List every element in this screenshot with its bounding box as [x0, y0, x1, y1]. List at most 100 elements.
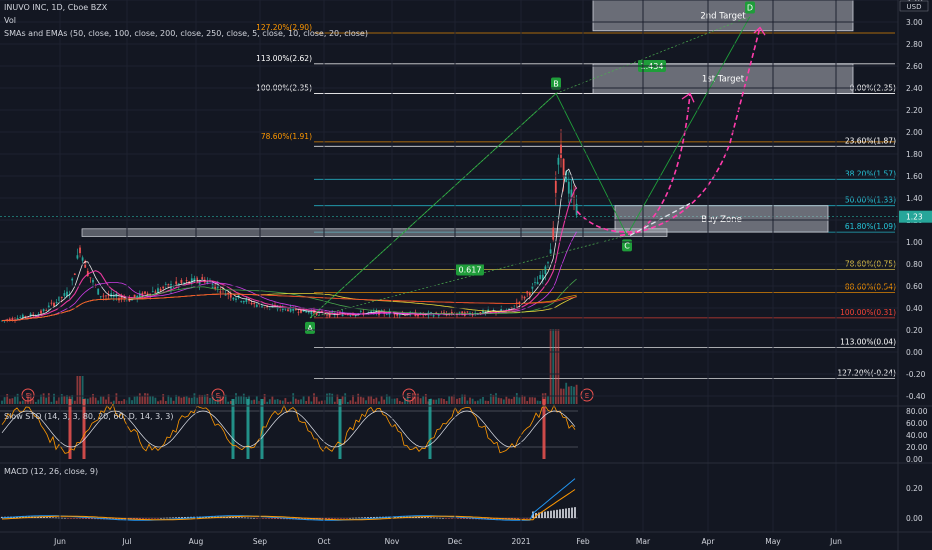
candle-body	[214, 284, 217, 289]
candle-body	[105, 295, 107, 297]
volume-bar	[575, 384, 578, 404]
volume-bar	[159, 400, 162, 404]
volume-bar	[79, 376, 81, 404]
volume-bar	[466, 400, 469, 404]
volume-bar	[557, 329, 560, 404]
candle-body	[19, 317, 22, 318]
fib-label-right: 100.00%(0.31)	[840, 308, 896, 317]
volume-bar	[489, 393, 492, 404]
macd-histogram-bar	[445, 518, 447, 519]
macd-histogram-bar	[262, 518, 264, 519]
macd-histogram-bar	[448, 518, 450, 519]
volume-bar	[500, 398, 503, 404]
candle-body	[359, 311, 362, 312]
symbol-title: INUVO INC, 1D, Cboe BZX	[4, 3, 108, 12]
chart-canvas[interactable]: 127.20%(2.90)113.00%(2.62)100.00%(2.35)7…	[0, 0, 932, 550]
volume-bar	[328, 393, 331, 404]
volume-bar	[346, 401, 349, 404]
candle-body	[79, 247, 81, 254]
volume-bar	[19, 401, 22, 404]
volume-bar	[549, 329, 552, 404]
volume-bar	[154, 397, 157, 404]
volume-legend: Vol	[4, 16, 16, 25]
fib-label-left: 113.00%(2.62)	[256, 54, 312, 63]
volume-bar	[534, 397, 536, 404]
volume-bar	[144, 393, 146, 404]
macd-histogram-bar	[85, 518, 87, 519]
time-tick-label: Feb	[576, 537, 590, 546]
candle-body	[297, 311, 300, 313]
candle-body	[144, 291, 146, 294]
macd-histogram-bar	[250, 517, 252, 519]
macd-histogram-bar	[565, 508, 567, 518]
volume-bar	[237, 396, 240, 404]
macd-histogram-bar	[79, 518, 81, 519]
macd-histogram-bar	[541, 512, 543, 518]
candle-body	[539, 275, 542, 280]
macd-histogram-bar	[52, 517, 54, 518]
volume-bar	[183, 396, 185, 404]
time-tick-label: 2021	[511, 537, 530, 546]
pivot-label: D	[747, 4, 753, 13]
volume-bar	[284, 398, 287, 404]
fib-label-right: 50.00%(1.33)	[845, 196, 896, 205]
fib-label-right: 88.60%(0.54)	[845, 283, 896, 292]
candle-body	[567, 181, 570, 194]
volume-bar	[193, 393, 196, 404]
candle-body	[466, 311, 469, 313]
volume-bar	[318, 401, 321, 404]
fib-label-right: 23.60%(1.87)	[845, 136, 896, 145]
volume-bar	[136, 395, 139, 404]
candle-body	[432, 315, 435, 317]
candle-body	[162, 286, 165, 289]
volume-bar	[292, 393, 295, 404]
volume-bar	[505, 396, 508, 404]
macd-histogram-bar	[64, 517, 66, 519]
macd-histogram-bar	[139, 518, 141, 519]
macd-histogram-bar	[70, 518, 72, 519]
volume-bar	[115, 393, 118, 404]
candle-body	[201, 277, 204, 279]
macd-tick-label: 0.00	[906, 514, 923, 523]
macd-histogram-bar	[145, 518, 147, 519]
volume-bar	[300, 399, 302, 404]
price-tick-label: 2.00	[906, 128, 923, 137]
candle-body	[40, 310, 42, 314]
volume-bar	[118, 401, 120, 404]
volume-bar	[214, 401, 217, 404]
volume-bar	[471, 398, 474, 404]
macd-histogram-bar	[517, 518, 519, 519]
macd-histogram-bar	[271, 518, 273, 519]
volume-bar	[526, 400, 529, 404]
candle-body	[180, 280, 183, 283]
candle-body	[552, 227, 555, 240]
volume-bar	[502, 399, 505, 404]
volume-bar	[310, 401, 313, 404]
price-tick-label: 2.20	[906, 106, 923, 115]
resistance-box	[81, 228, 668, 237]
macd-histogram-bar	[76, 518, 78, 519]
time-tick-label: Jul	[121, 537, 131, 546]
time-tick-label: Jun	[53, 537, 66, 546]
volume-bar	[495, 393, 497, 404]
volume-bar	[190, 397, 193, 404]
volume-bar	[482, 396, 484, 404]
volume-bar	[297, 399, 300, 404]
candle-body	[562, 158, 565, 177]
macd-histogram-bar	[244, 517, 246, 519]
volume-bar	[266, 401, 269, 404]
macd-histogram-bar	[328, 518, 330, 519]
candle-body	[575, 203, 578, 216]
candle-body	[255, 304, 258, 307]
sto-tick-label: 20.00	[906, 443, 928, 452]
macd-histogram-bar	[88, 518, 90, 519]
volume-bar	[539, 400, 542, 404]
candle-body	[557, 157, 560, 165]
volume-bar	[508, 398, 510, 404]
volume-bar	[123, 399, 126, 404]
time-tick-label: May	[765, 537, 781, 546]
candle-body	[250, 302, 253, 305]
macd-histogram-bar	[559, 509, 561, 518]
candle-body	[526, 291, 529, 294]
volume-bar	[253, 399, 256, 404]
